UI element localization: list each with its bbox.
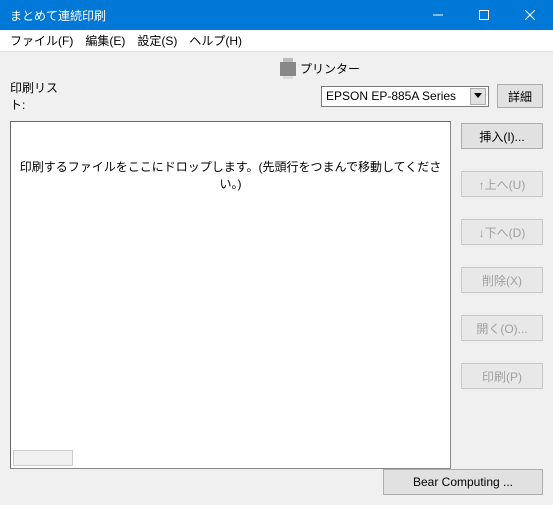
combo-dropdown-button[interactable]	[470, 88, 486, 105]
titlebar: まとめて連続印刷	[0, 0, 553, 30]
down-button[interactable]: ↓下へ(D)	[461, 219, 543, 245]
up-button[interactable]: ↑上へ(U)	[461, 171, 543, 197]
menu-edit[interactable]: 編集(E)	[79, 30, 131, 51]
side-buttons: 挿入(I)... ↑上へ(U) ↓下へ(D) 削除(X) 開く(O)... 印刷…	[461, 121, 543, 469]
menu-help[interactable]: ヘルプ(H)	[183, 30, 248, 51]
maximize-button[interactable]	[461, 0, 507, 30]
file-dropzone[interactable]: 印刷するファイルをここにドロップします。(先頭行をつまんで移動してください。)	[10, 121, 451, 469]
printer-selected: EPSON EP-885A Series	[326, 89, 470, 103]
horizontal-scrollbar[interactable]	[13, 450, 73, 466]
footer: Bear Computing ...	[383, 469, 543, 495]
printer-label-row: プリンター	[10, 60, 543, 77]
footer-button[interactable]: Bear Computing ...	[383, 469, 543, 495]
open-button[interactable]: 開く(O)...	[461, 315, 543, 341]
menubar: ファイル(F) 編集(E) 設定(S) ヘルプ(H)	[0, 30, 553, 52]
close-button[interactable]	[507, 0, 553, 30]
insert-button[interactable]: 挿入(I)...	[461, 123, 543, 149]
printer-combo[interactable]: EPSON EP-885A Series	[321, 86, 489, 107]
window-title: まとめて連続印刷	[0, 7, 415, 24]
menu-settings[interactable]: 設定(S)	[131, 30, 183, 51]
minimize-button[interactable]	[415, 0, 461, 30]
delete-button[interactable]: 削除(X)	[461, 267, 543, 293]
client-area: プリンター 印刷リスト: EPSON EP-885A Series 詳細 印刷す…	[0, 52, 553, 505]
chevron-down-icon	[474, 93, 482, 99]
printer-icon	[280, 62, 296, 76]
maximize-icon	[479, 10, 489, 20]
dropzone-message: 印刷するファイルをここにドロップします。(先頭行をつまんで移動してください。)	[11, 158, 450, 192]
details-button[interactable]: 詳細	[497, 84, 543, 108]
controls-row: 印刷リスト: EPSON EP-885A Series 詳細	[10, 79, 543, 113]
minimize-icon	[433, 10, 443, 20]
print-button[interactable]: 印刷(P)	[461, 363, 543, 389]
printer-label: プリンター	[300, 60, 360, 77]
close-icon	[525, 10, 535, 20]
menu-file[interactable]: ファイル(F)	[4, 30, 79, 51]
print-list-label: 印刷リスト:	[10, 79, 70, 113]
main-row: 印刷するファイルをここにドロップします。(先頭行をつまんで移動してください。) …	[10, 121, 543, 469]
